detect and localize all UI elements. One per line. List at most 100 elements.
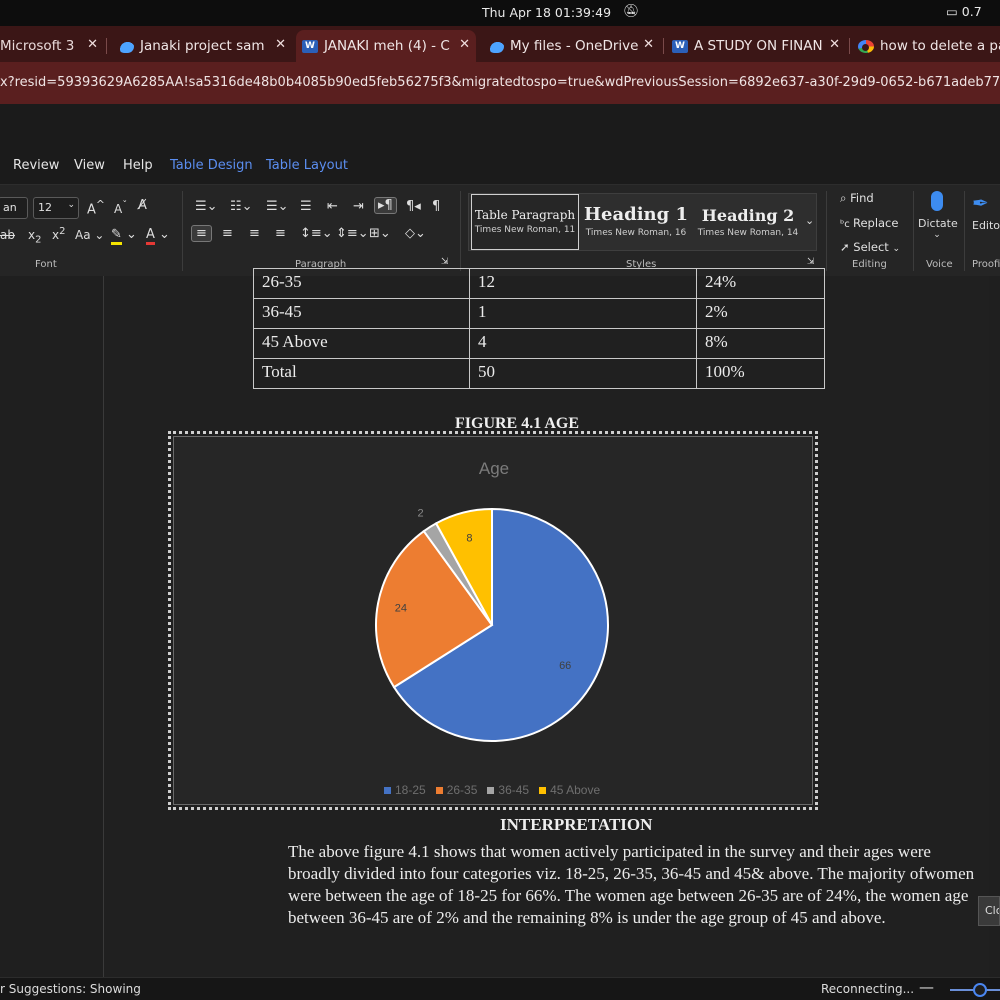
- table-cell[interactable]: 8%: [696, 328, 825, 359]
- legend-item: 45 Above: [539, 783, 600, 797]
- system-status[interactable]: ▭ 0.7: [946, 4, 982, 19]
- tab-label: JANAKI meh (4) - C: [324, 38, 450, 54]
- paragraph-dialog-launcher-icon[interactable]: ⇲: [441, 257, 449, 267]
- clear-formatting-icon[interactable]: A̸: [138, 198, 147, 213]
- browser-tab[interactable]: how to delete a pa: [852, 30, 1000, 62]
- table-cell[interactable]: 2%: [696, 298, 825, 329]
- bullets-icon[interactable]: ☰⌄: [195, 199, 218, 214]
- table-cell[interactable]: 36-45: [253, 298, 470, 329]
- editor-button[interactable]: ✒ Edito: [972, 191, 1000, 232]
- table-cell[interactable]: 26-35: [253, 268, 470, 299]
- change-case-icon[interactable]: Aa ⌄: [75, 228, 104, 242]
- superscript-icon[interactable]: x2: [52, 226, 65, 242]
- pie-chart[interactable]: Age 66 24 2 8 18-25 26-35 36-45 45 Above: [173, 436, 813, 805]
- highlight-icon[interactable]: ✎ ⌄: [111, 227, 137, 245]
- battery-value: 0.7: [961, 4, 982, 19]
- dictate-label: Dictate: [918, 217, 958, 230]
- table-cell[interactable]: 100%: [696, 358, 825, 389]
- notifications-muted-icon[interactable]: 🔕︎: [623, 4, 640, 19]
- dictate-button[interactable]: Dictate ⌄: [918, 191, 958, 240]
- grow-font-icon[interactable]: A^: [87, 198, 105, 217]
- font-color-icon[interactable]: A ⌄: [146, 227, 170, 245]
- table-cell[interactable]: 45 Above: [253, 328, 470, 359]
- data-label: 24: [395, 603, 407, 615]
- table-row: Total 50 100%: [253, 358, 825, 389]
- increase-indent-icon[interactable]: ⇥: [353, 199, 364, 214]
- chart-selection-frame[interactable]: Age 66 24 2 8 18-25 26-35 36-45 45 Above: [168, 431, 818, 810]
- show-formatting-icon[interactable]: ¶: [432, 199, 440, 214]
- close-tab-icon[interactable]: ✕: [275, 37, 286, 52]
- interpretation-paragraph[interactable]: The above figure 4.1 shows that women ac…: [288, 841, 980, 929]
- close-tab-icon[interactable]: ✕: [459, 37, 470, 52]
- table-cell[interactable]: 24%: [696, 268, 825, 299]
- styles-more-icon[interactable]: ⌄: [805, 214, 814, 227]
- legend-item: 26-35: [435, 783, 477, 797]
- ribbon-tabs: Review View Help Table Design Table Layo…: [0, 150, 1000, 184]
- shading-icon[interactable]: ◇⌄: [405, 226, 426, 241]
- select-button[interactable]: ➚ Select ⌄: [840, 240, 900, 254]
- find-button[interactable]: ⌕ Find: [840, 191, 874, 206]
- paragraph-spacing-icon[interactable]: ⇕≡⌄: [336, 226, 369, 241]
- rtl-icon[interactable]: ¶◂: [406, 199, 421, 214]
- close-tab-icon[interactable]: ✕: [829, 37, 840, 52]
- multilevel-list-icon[interactable]: ☰⌄: [266, 199, 289, 214]
- font-name-value: an: [3, 201, 17, 214]
- microphone-icon: [931, 191, 943, 211]
- align-left-icon[interactable]: ≡: [191, 225, 212, 242]
- styles-dialog-launcher-icon[interactable]: ⇲: [807, 257, 815, 267]
- table-cell[interactable]: 12: [469, 268, 697, 299]
- subscript-icon[interactable]: x2: [28, 228, 41, 245]
- browser-tab[interactable]: My files - OneDrive ✕: [482, 30, 660, 62]
- numbering-icon[interactable]: ☷⌄: [230, 199, 253, 214]
- search-icon: ⌕: [840, 191, 851, 205]
- legend-swatch: [539, 786, 547, 794]
- browser-tab[interactable]: W A STUDY ON FINAN ✕: [666, 30, 846, 62]
- style-heading-2[interactable]: Heading 2 Times New Roman, 14: [693, 194, 803, 250]
- tab-label: how to delete a pa: [880, 38, 1000, 54]
- borders-icon[interactable]: ⊞⌄: [369, 226, 391, 241]
- ltr-icon[interactable]: ▸¶: [374, 197, 397, 214]
- style-heading-1[interactable]: Heading 1 Times New Roman, 16: [581, 194, 691, 250]
- table-cell[interactable]: 4: [469, 328, 697, 359]
- font-size-combo[interactable]: 12 ⌄: [33, 197, 79, 219]
- strikethrough-icon[interactable]: ab: [0, 228, 15, 242]
- status-bar: r Suggestions: Showing Reconnecting... —: [0, 977, 1000, 1000]
- zoom-out-icon[interactable]: —: [919, 978, 934, 996]
- legend-label: 18-25: [395, 783, 426, 797]
- age-table[interactable]: 26-35 12 24% 36-45 1 2% 45 Above 4 8% To…: [253, 268, 825, 389]
- tab-table-layout[interactable]: Table Layout: [266, 158, 348, 173]
- style-table-paragraph[interactable]: Table Paragraph Times New Roman, 11: [471, 194, 579, 250]
- align-right-icon[interactable]: ≡: [249, 226, 260, 241]
- ribbon-toolbar: an 12 ⌄ A^ Aˇ A̸ ab x2 x2 Aa ⌄ ✎ ⌄ A ⌄ Fo…: [0, 184, 1000, 276]
- font-name-combo[interactable]: an: [0, 197, 28, 219]
- clock[interactable]: Thu Apr 18 01:39:49: [482, 5, 611, 20]
- replace-button[interactable]: ᵇc Replace: [840, 216, 898, 230]
- line-spacing-icon[interactable]: ↕≡⌄: [300, 226, 333, 241]
- browser-tab-strip: Microsoft 3 ✕ Janaki project sam ✕ W JAN…: [0, 26, 1000, 62]
- suggestions-status[interactable]: r Suggestions: Showing: [0, 982, 141, 996]
- proofing-group-label: Proofin: [972, 259, 1000, 270]
- table-cell[interactable]: 50: [469, 358, 697, 389]
- tab-help[interactable]: Help: [123, 158, 153, 173]
- browser-tab[interactable]: Microsoft 3 ✕: [0, 30, 104, 62]
- tab-view[interactable]: View: [74, 158, 105, 173]
- shrink-font-icon[interactable]: Aˇ: [114, 200, 127, 216]
- table-cell[interactable]: 1: [469, 298, 697, 329]
- style-name: Heading 2: [701, 206, 795, 225]
- close-tab-icon[interactable]: ✕: [87, 37, 98, 52]
- checklist-icon[interactable]: ☰: [300, 199, 312, 214]
- align-center-icon[interactable]: ≡: [222, 226, 233, 241]
- table-cell[interactable]: Total: [253, 358, 470, 389]
- address-bar[interactable]: x?resid=59393629A6285AA!sa5316de48b0b408…: [0, 62, 1000, 104]
- browser-tab-active[interactable]: W JANAKI meh (4) - C ✕: [296, 30, 476, 62]
- tab-review[interactable]: Review: [13, 158, 59, 173]
- justify-icon[interactable]: ≡: [275, 226, 286, 241]
- connection-status: Reconnecting...: [821, 982, 915, 996]
- url-text[interactable]: x?resid=59393629A6285AA!sa5316de48b0b408…: [0, 75, 1000, 90]
- browser-tab[interactable]: Janaki project sam ✕: [112, 30, 292, 62]
- close-tab-icon[interactable]: ✕: [643, 37, 654, 52]
- zoom-slider-thumb[interactable]: [973, 983, 987, 997]
- table-row: 45 Above 4 8%: [253, 328, 825, 359]
- tab-table-design[interactable]: Table Design: [170, 158, 253, 173]
- decrease-indent-icon[interactable]: ⇤: [327, 199, 338, 214]
